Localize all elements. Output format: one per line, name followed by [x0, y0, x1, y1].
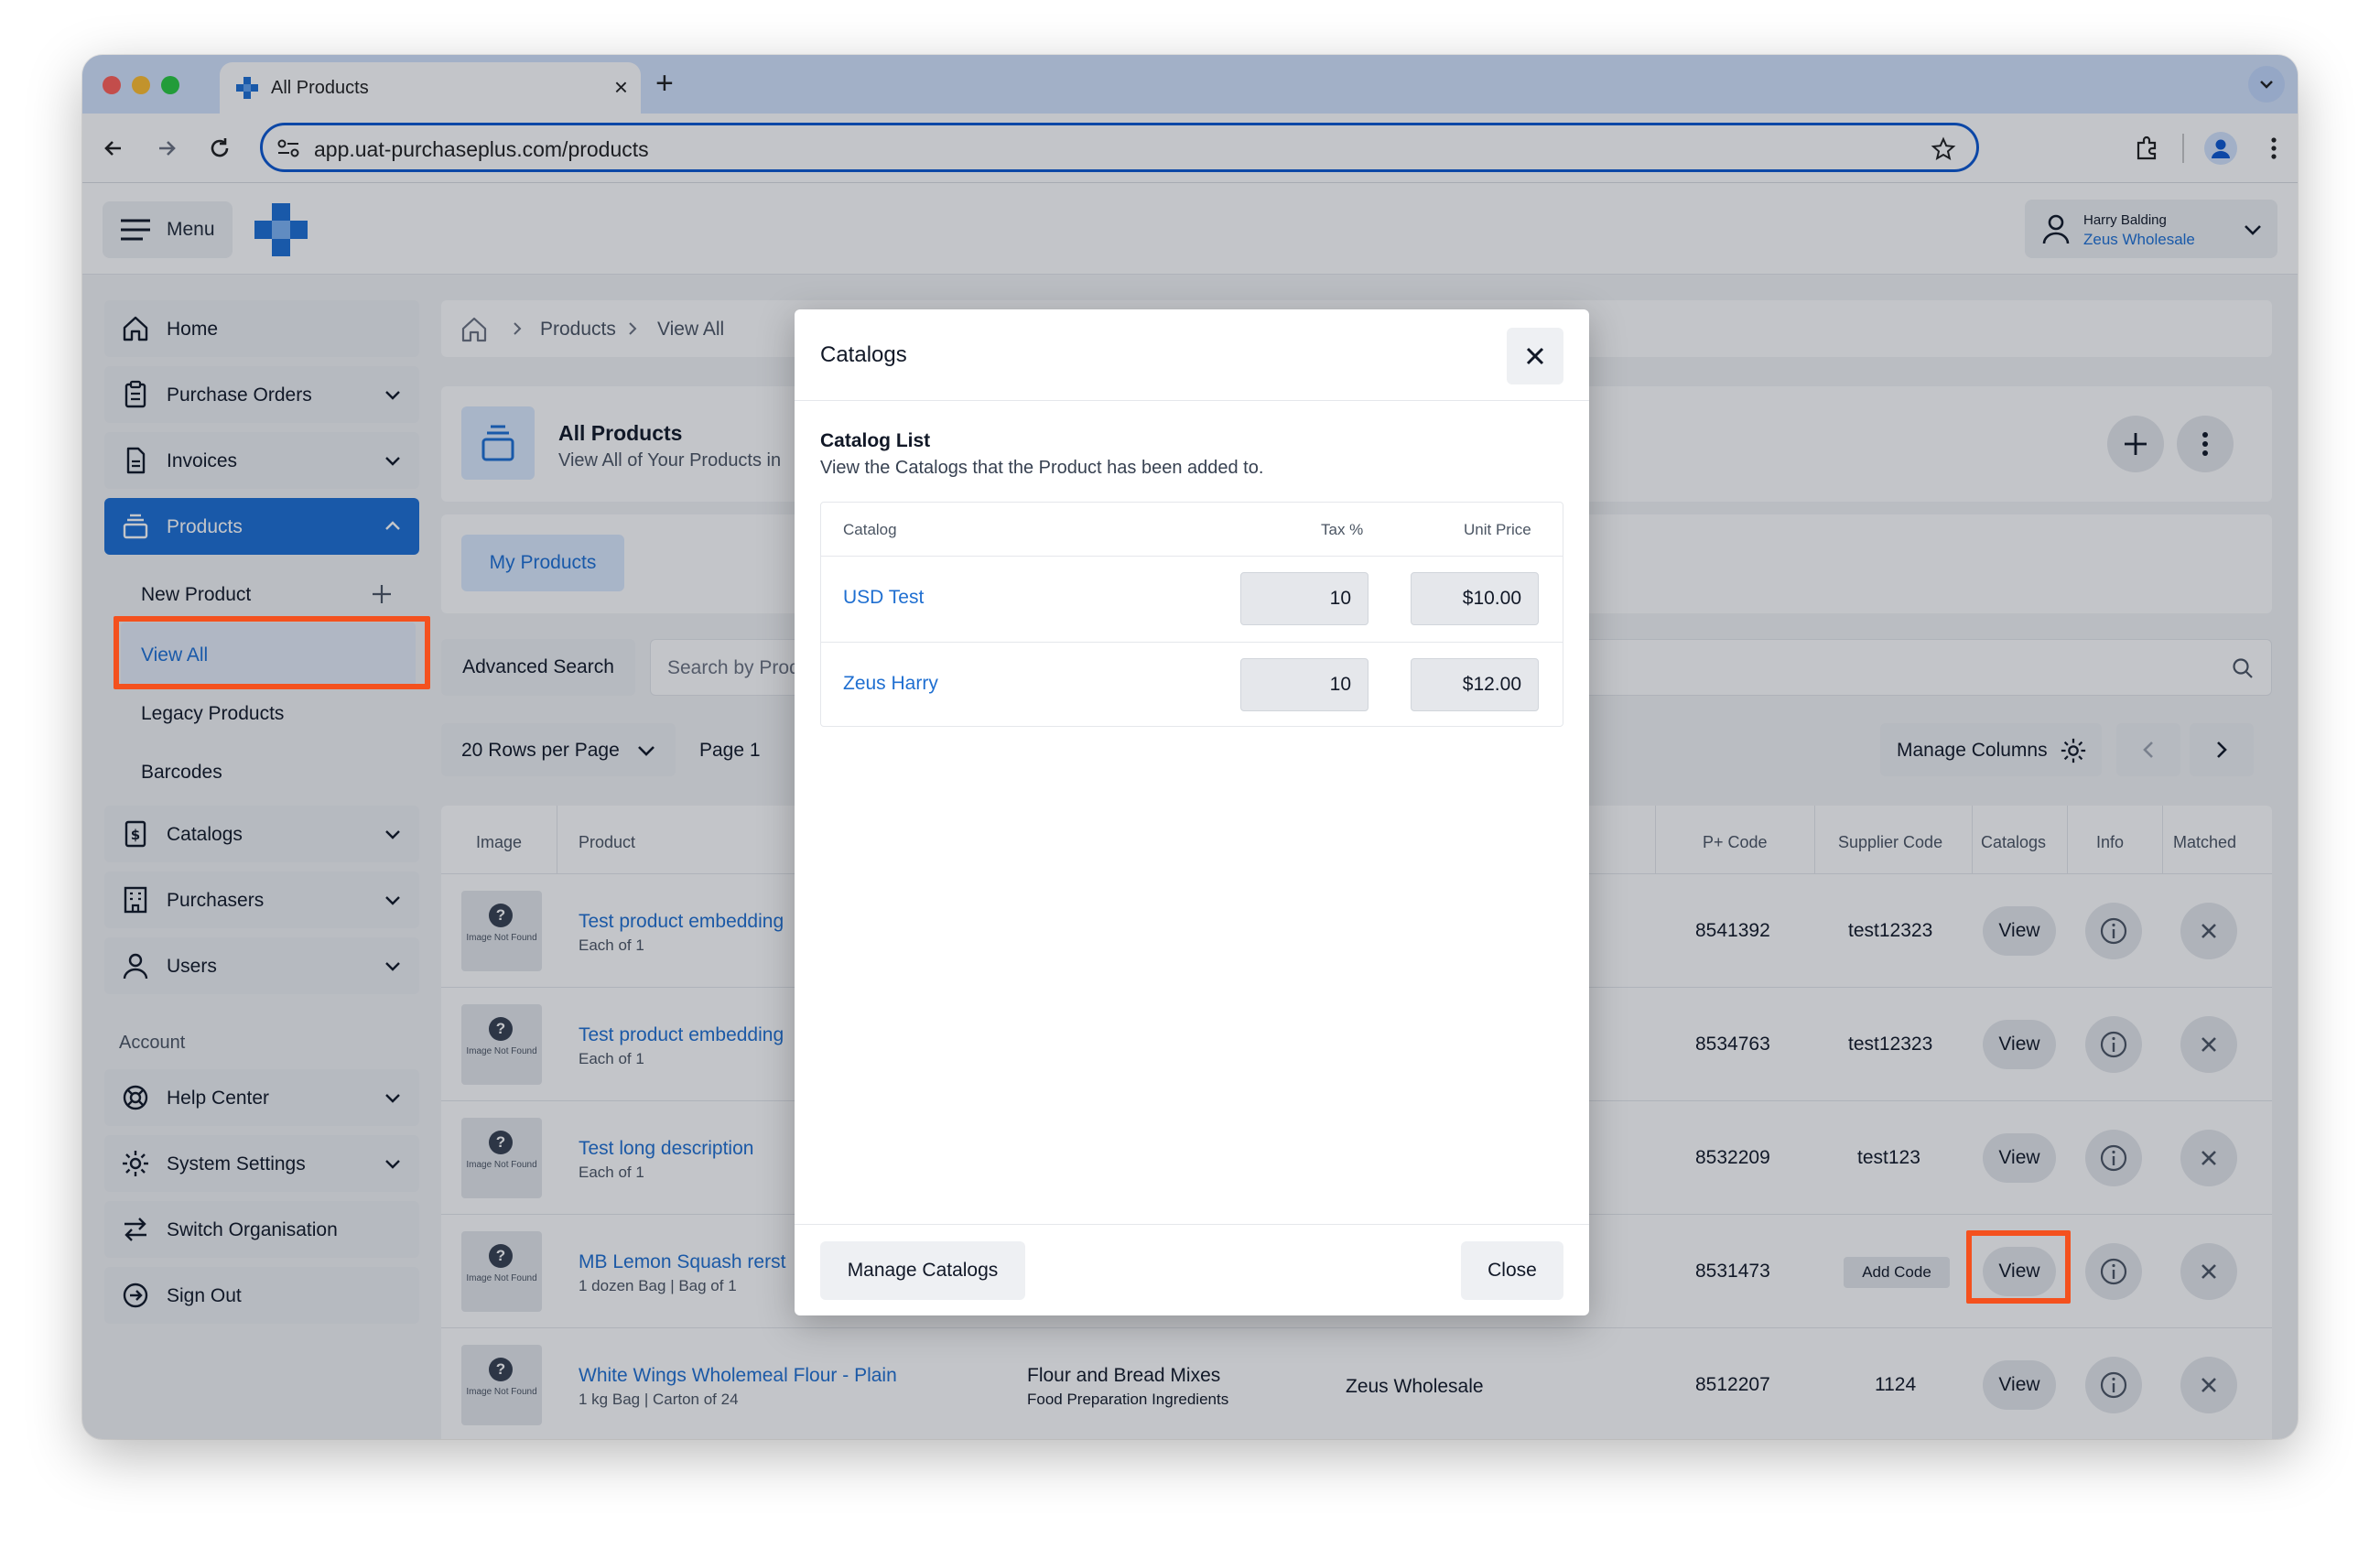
- modal-title: Catalogs: [820, 342, 907, 367]
- header-unit-price: Unit Price: [1464, 521, 1531, 538]
- unit-price-field: $12.00: [1411, 658, 1539, 711]
- catalog-name-link[interactable]: Zeus Harry: [843, 673, 938, 695]
- catalog-row: USD Test 10 $10.00: [821, 556, 1563, 642]
- browser-window: All Products × + app.uat-purchaseplus.co…: [82, 55, 2298, 1439]
- tax-field: 10: [1240, 572, 1368, 625]
- tax-field: 10: [1240, 658, 1368, 711]
- modal-close-button[interactable]: [1507, 328, 1563, 384]
- unit-price-field: $10.00: [1411, 572, 1539, 625]
- catalog-row: Zeus Harry 10 $12.00: [821, 642, 1563, 728]
- catalog-table: Catalog Tax % Unit Price USD Test 10 $10…: [820, 502, 1563, 727]
- modal-footer: Manage Catalogs Close: [795, 1224, 1589, 1315]
- highlight-view-button: [1966, 1230, 2071, 1304]
- header-catalog: Catalog: [843, 521, 897, 538]
- catalogs-modal: Catalogs Catalog List View the Catalogs …: [795, 309, 1589, 1315]
- catalog-name-link[interactable]: USD Test: [843, 587, 924, 609]
- header-tax: Tax %: [1321, 521, 1364, 538]
- catalog-list-subtitle: View the Catalogs that the Product has b…: [820, 458, 1264, 478]
- close-button[interactable]: Close: [1461, 1241, 1563, 1300]
- catalog-list-title: Catalog List: [820, 430, 931, 451]
- close-icon: [1526, 347, 1544, 365]
- highlight-view-all: [114, 616, 430, 689]
- manage-catalogs-button[interactable]: Manage Catalogs: [820, 1241, 1025, 1300]
- modal-header: Catalogs: [795, 309, 1589, 401]
